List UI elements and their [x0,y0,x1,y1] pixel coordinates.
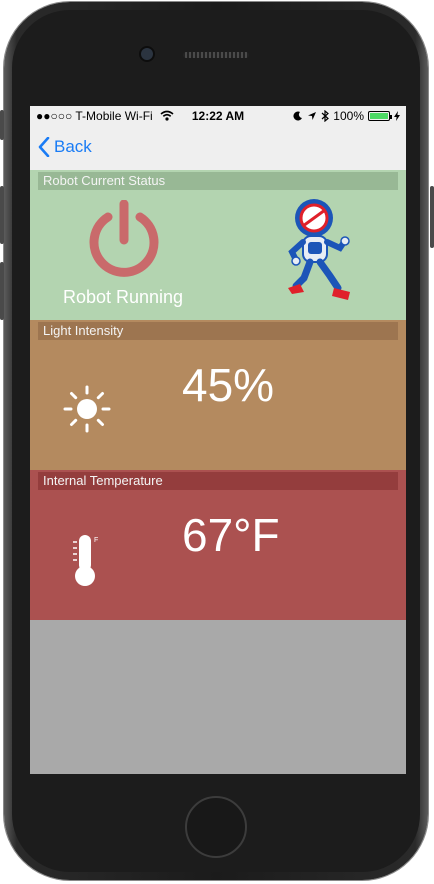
light-intensity-panel: Light Intensity 45% [30,320,406,470]
internal-temperature-header: Internal Temperature [38,472,398,490]
earpiece-speaker [183,52,249,58]
moon-icon [293,111,303,121]
power-icon[interactable] [84,200,164,280]
back-label: Back [54,137,92,156]
location-arrow-icon [308,112,317,120]
power-button [430,186,434,248]
battery-percent: 100% [333,109,364,123]
screen: ●●○○○ T-Mobile Wi-Fi 12:22 AM 100% Back … [30,106,406,774]
robot-status-header: Robot Current Status [38,172,398,190]
volume-down-button [0,262,4,320]
front-camera [141,48,153,60]
internal-temperature-value: 67°F [182,509,280,561]
sun-icon [63,385,111,433]
robot-status-panel: Robot Current Status Robot Running [30,170,406,320]
bluetooth-icon [321,110,330,122]
robot-status-text: Robot Running [62,287,184,307]
light-intensity-header: Light Intensity [38,322,398,340]
navigation-bar: Back [30,126,406,171]
status-bar: ●●○○○ T-Mobile Wi-Fi 12:22 AM 100% [30,106,406,126]
volume-up-button [0,186,4,244]
running-robot-icon [288,199,350,300]
internal-temperature-panel: Internal Temperature F 67°F [30,470,406,620]
mute-switch [0,110,4,140]
thermometer-icon: F [73,535,98,586]
status-right: 100% [293,109,400,123]
light-intensity-value: 45% [182,359,275,411]
chevron-left-icon [38,137,50,157]
battery-icon [368,111,392,121]
charging-bolt-icon [394,111,400,121]
back-button[interactable]: Back [38,137,92,157]
home-button[interactable] [185,796,247,858]
svg-text:F: F [94,537,98,544]
